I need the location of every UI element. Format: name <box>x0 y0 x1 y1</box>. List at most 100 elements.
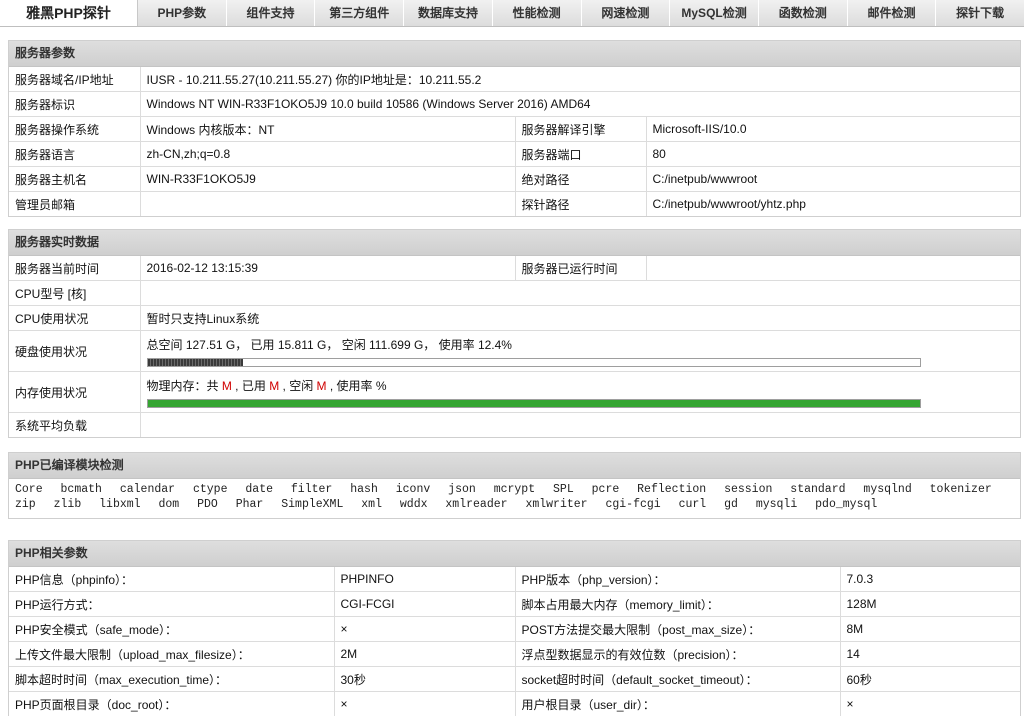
php-param-value: 2M <box>334 641 516 667</box>
nav-third-party[interactable]: 第三方组件 <box>315 0 405 26</box>
disk-usage-label: 硬盘使用状况 <box>9 330 141 372</box>
php-param-label: POST方法提交最大限制（post_max_size）： <box>515 616 841 642</box>
nav-database[interactable]: 数据库支持 <box>404 0 493 26</box>
php-params-table: PHP信息（phpinfo）： PHPINFO PHP版本（php_version）… <box>9 567 1020 716</box>
php-param-value: 30秒 <box>334 666 516 692</box>
php-param-label: PHP页面根目录（doc_root）： <box>9 691 335 716</box>
nav-performance[interactable]: 性能检测 <box>492 0 582 26</box>
mem-rate-label: , 使用率 % <box>326 378 387 393</box>
nav-php-params[interactable]: PHP参数 <box>138 0 227 26</box>
module-item: pcre <box>591 483 620 496</box>
table-row: CPU使用状况 暂时只支持Linux系统 <box>9 305 1020 331</box>
php-param-label: 上传文件最大限制（upload_max_filesize）： <box>9 641 335 667</box>
php-param-label: 用户根目录（user_dir）： <box>515 691 841 716</box>
hostname-label: 服务器主机名 <box>9 166 141 192</box>
nav-mysql-test[interactable]: MySQL检测 <box>670 0 759 26</box>
module-item: xmlwriter <box>525 497 588 511</box>
module-item: gd <box>724 497 738 511</box>
memory-usage-label: 内存使用状况 <box>9 371 141 413</box>
table-row: PHP页面根目录（doc_root）： × 用户根目录（user_dir）： × <box>9 691 1020 716</box>
php-params-panel: PHP相关参数 PHP信息（phpinfo）： PHPINFO PHP版本（php_… <box>8 540 1021 716</box>
cpu-usage-value: 暂时只支持Linux系统 <box>140 305 1020 331</box>
php-param-label: 浮点型数据显示的有效位数（precision）： <box>515 641 841 667</box>
port-value: 80 <box>646 141 1020 167</box>
admin-email-value <box>140 191 516 216</box>
nav-components[interactable]: 组件支持 <box>226 0 316 26</box>
php-param-value: × <box>846 697 854 711</box>
disk-usage-text: 总空间 127.51 G， 已用 15.811 G， 空闲 111.699 G，… <box>146 337 512 352</box>
nav-mail-test[interactable]: 邮件检测 <box>847 0 937 26</box>
table-row: 管理员邮箱 探针路径 C:/inetpub/wwwroot/yhtz.php <box>9 191 1020 216</box>
server-id-label: 服务器标识 <box>9 91 141 117</box>
php-param-label: 脚本超时时间（max_execution_time）： <box>9 666 335 692</box>
current-time-value: 2016-02-12 13:15:39 <box>140 256 516 281</box>
module-item: ctype <box>192 483 228 496</box>
module-item: Core <box>15 483 43 496</box>
module-item: Phar <box>235 497 264 511</box>
table-row: 脚本超时时间（max_execution_time）： 30秒 socket超时时间… <box>9 666 1020 692</box>
server-params-panel: 服务器参数 服务器域名/IP地址 IUSR - 10.211.55.27(10.… <box>8 40 1021 217</box>
module-item: hash <box>350 483 378 496</box>
php-param-label: PHP信息（phpinfo）： <box>9 567 335 592</box>
admin-email-label: 管理员邮箱 <box>9 191 141 216</box>
nav-functions[interactable]: 函数检测 <box>758 0 848 26</box>
table-row: 服务器当前时间 2016-02-12 13:15:39 服务器已运行时间 <box>9 256 1020 281</box>
module-item: zip <box>15 497 36 511</box>
probe-path-label: 探针路径 <box>515 191 647 216</box>
php-param-label: 脚本占用最大内存（memory_limit）： <box>515 591 841 617</box>
module-item: SimpleXML <box>281 497 344 511</box>
module-item: calendar <box>119 483 176 496</box>
table-row: 上传文件最大限制（upload_max_filesize）： 2M 浮点型数据显示的… <box>9 641 1020 667</box>
disk-usage-bar <box>146 357 921 367</box>
module-item: iconv <box>395 483 431 496</box>
module-item: json <box>448 483 476 496</box>
abspath-label: 绝对路径 <box>515 166 647 192</box>
table-row: 服务器域名/IP地址 IUSR - 10.211.55.27(10.211.55… <box>9 67 1020 92</box>
load-average-value <box>140 413 1020 438</box>
mem-free-unit: M <box>316 378 327 393</box>
modules-title: PHP已编译模块检测 <box>9 453 1020 479</box>
server-id-value: Windows NT WIN-R33F1OKO5J9 10.0 build 10… <box>140 91 1020 117</box>
module-item: standard <box>790 483 846 496</box>
abspath-value: C:/inetpub/wwwroot <box>646 166 1020 192</box>
uptime-value <box>646 256 1020 281</box>
memory-usage-bar <box>146 398 921 408</box>
php-param-value: 128M <box>840 591 1020 617</box>
mem-used-unit: M <box>269 378 280 393</box>
nav-download[interactable]: 探针下载 <box>936 0 1024 26</box>
os-label: 服务器操作系统 <box>9 116 141 142</box>
php-param-value: 14 <box>840 641 1020 667</box>
module-item: libxml <box>99 497 141 511</box>
brand-logo[interactable]: 雅黑PHP探针 <box>0 0 138 26</box>
language-value: zh-CN,zh;q=0.8 <box>140 141 516 167</box>
table-row: 服务器主机名 WIN-R33F1OKO5J9 绝对路径 C:/inetpub/w… <box>9 166 1020 192</box>
realtime-title: 服务器实时数据 <box>9 230 1020 256</box>
cpu-model-value <box>140 280 1020 306</box>
php-param-label: PHP运行方式： <box>9 591 335 617</box>
table-row: 系统平均负载 <box>9 412 1020 438</box>
php-param-value: 60秒 <box>840 666 1020 692</box>
module-item: dom <box>158 497 180 511</box>
module-item: tokenizer <box>929 483 992 496</box>
modules-panel: PHP已编译模块检测 Core bcmath calendar ctype da… <box>8 452 1021 519</box>
language-label: 服务器语言 <box>9 141 141 167</box>
memory-usage-cell: 物理内存：共 M , 已用 M , 空闲 M , 使用率 % <box>140 371 1020 413</box>
top-navigation: 雅黑PHP探针 PHP参数 组件支持 第三方组件 数据库支持 性能检测 网速检测… <box>0 0 1024 27</box>
table-row: PHP运行方式： CGI-FCGI 脚本占用最大内存（memory_limit）： 1… <box>9 591 1020 617</box>
realtime-panel: 服务器实时数据 服务器当前时间 2016-02-12 13:15:39 服务器已… <box>8 229 1021 438</box>
module-item: pdo_mysql <box>815 497 878 511</box>
current-time-label: 服务器当前时间 <box>9 256 141 281</box>
mem-prefix: 物理内存：共 <box>146 378 222 393</box>
probe-path-value: C:/inetpub/wwwroot/yhtz.php <box>652 197 806 211</box>
php-param-label: socket超时时间（default_socket_timeout）： <box>515 666 841 692</box>
table-row: CPU型号 [核] <box>9 280 1020 306</box>
php-param-value: × <box>334 691 516 716</box>
table-row: 内存使用状况 物理内存：共 M , 已用 M , 空闲 M , 使用率 % <box>9 371 1020 413</box>
php-param-value: × <box>334 616 516 642</box>
table-row: 服务器操作系统 Windows 内核版本：NT 服务器解译引擎 Microsof… <box>9 116 1020 142</box>
table-row: 硬盘使用状况 总空间 127.51 G， 已用 15.811 G， 空闲 111… <box>9 330 1020 372</box>
nav-network-speed[interactable]: 网速检测 <box>581 0 671 26</box>
php-param-value[interactable]: PHPINFO <box>334 567 516 592</box>
table-row: PHP信息（phpinfo）： PHPINFO PHP版本（php_version）… <box>9 567 1020 592</box>
module-item: cgi-fcgi <box>605 497 661 511</box>
